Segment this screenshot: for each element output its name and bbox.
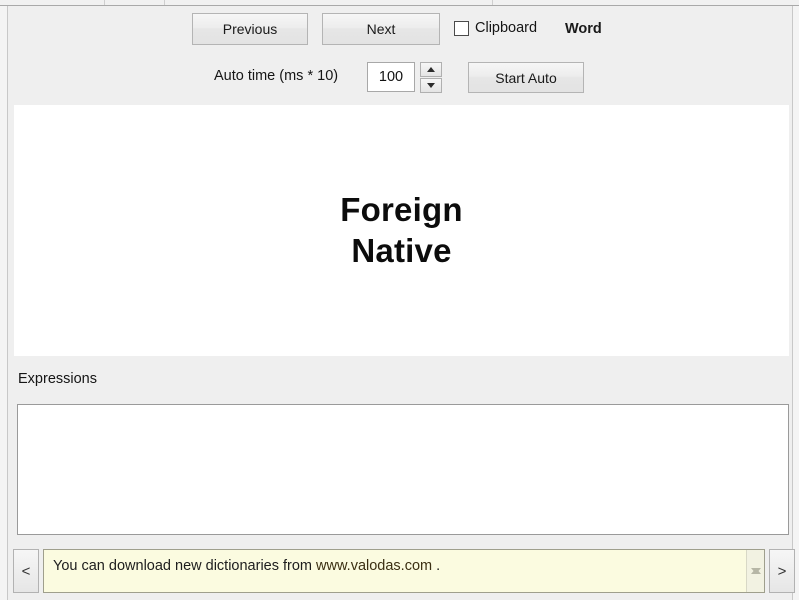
window-frame-left <box>0 6 8 600</box>
triangle-down-icon <box>427 83 435 88</box>
window-frame-right <box>792 6 799 600</box>
foreign-word: Foreign <box>340 191 463 229</box>
main-content: Previous Next Clipboard Word Auto time (… <box>9 7 795 600</box>
clipboard-checkbox[interactable]: Clipboard <box>454 20 537 36</box>
status-message-field[interactable]: You can download new dictionaries from w… <box>43 549 765 593</box>
chevron-down-icon <box>751 568 761 586</box>
application-window: Previous Next Clipboard Word Auto time (… <box>0 0 799 600</box>
status-message-link[interactable]: www.valodas.com <box>316 558 432 574</box>
word-display-panel: Foreign Native <box>14 105 789 356</box>
tab-separator <box>492 0 493 5</box>
scroll-down-button[interactable] <box>751 568 761 586</box>
scroll-up-button[interactable] <box>751 556 761 574</box>
tab-strip <box>0 0 799 6</box>
status-next-button[interactable]: > <box>769 549 795 593</box>
tab-separator <box>104 0 105 5</box>
stepper-down-button[interactable] <box>420 78 442 93</box>
triangle-up-icon <box>427 67 435 72</box>
auto-time-stepper[interactable] <box>420 62 442 93</box>
stepper-up-button[interactable] <box>420 62 442 77</box>
status-message-text: You can download new dictionaries from w… <box>53 558 440 574</box>
previous-button[interactable]: Previous <box>192 13 308 45</box>
auto-time-input[interactable]: 100 <box>367 62 415 92</box>
auto-time-label: Auto time (ms * 10) <box>214 68 339 84</box>
next-button[interactable]: Next <box>322 13 440 45</box>
status-message-suffix: . <box>432 558 441 574</box>
clipboard-checkbox-label: Clipboard <box>475 20 538 36</box>
tab-separator <box>164 0 165 5</box>
status-prev-button[interactable]: < <box>13 549 39 593</box>
start-auto-button[interactable]: Start Auto <box>468 62 584 93</box>
checkbox-box-icon[interactable] <box>454 20 469 36</box>
status-message-prefix: You can download new dictionaries from <box>53 558 317 574</box>
status-bar: < You can download new dictionaries from… <box>13 547 795 595</box>
expressions-label: Expressions <box>18 371 97 387</box>
status-scrollbar[interactable] <box>746 550 764 592</box>
native-word: Native <box>351 231 452 269</box>
expressions-textarea[interactable] <box>17 404 789 535</box>
mode-badge: Word <box>565 21 602 37</box>
